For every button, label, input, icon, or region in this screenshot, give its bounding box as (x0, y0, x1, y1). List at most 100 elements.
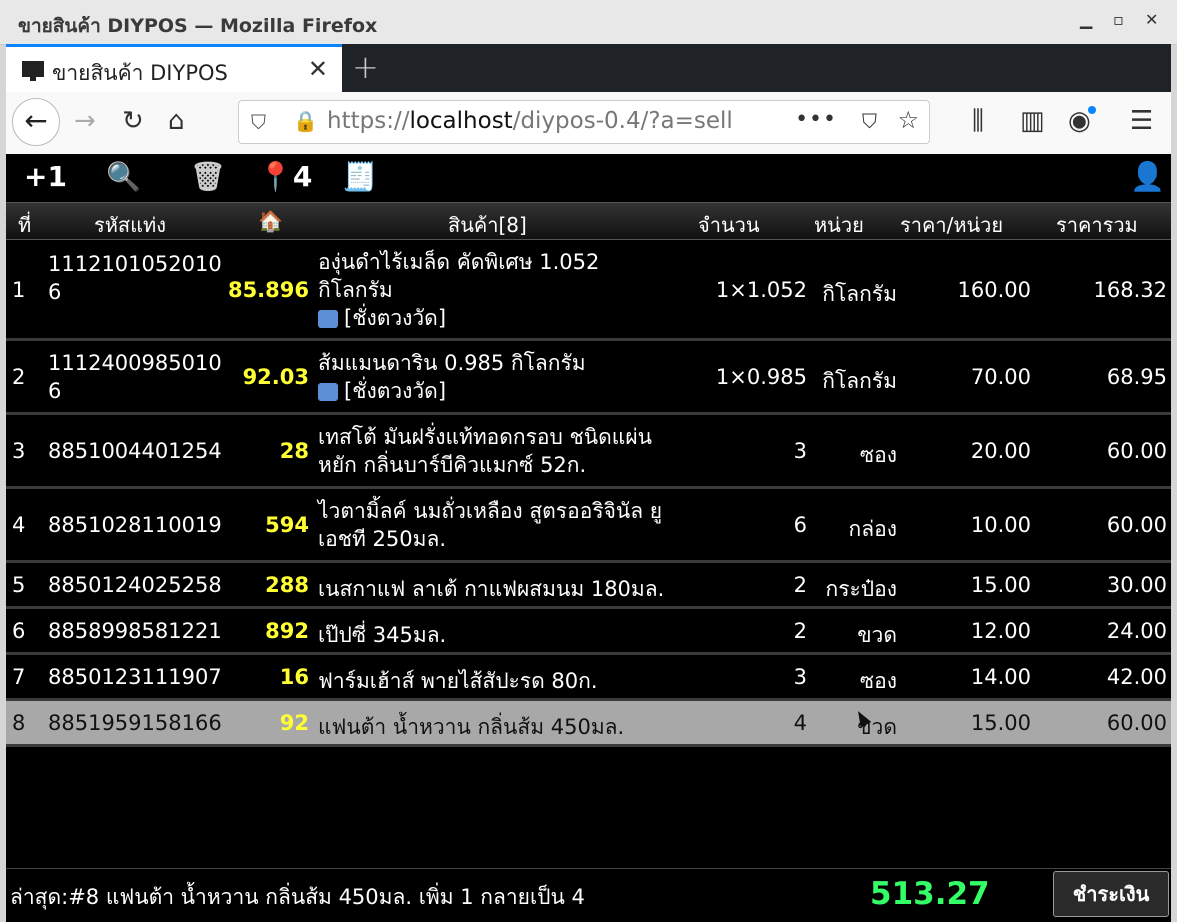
forward-button[interactable]: → (74, 106, 96, 136)
row-no: 3 (12, 439, 26, 463)
tab-diypos[interactable]: ขายสินค้า DIYPOS ✕ (6, 44, 342, 92)
table-row[interactable]: 5 8850124025258 288 เนสกาแฟ ลาเต้ กาแฟผส… (6, 563, 1171, 609)
pin-count: 4 (292, 160, 313, 193)
page-actions-icon[interactable]: ••• (795, 107, 837, 132)
bookmark-star-icon[interactable]: ☆ (897, 106, 919, 134)
row-qty: 2 (793, 573, 807, 597)
row-stock: 28 (279, 439, 309, 463)
row-product: ส้มแมนดาริน 0.985 กิโลกรัม [ชั่งตวงวัด] (318, 351, 586, 403)
library-icon[interactable]: ⫼ (972, 106, 984, 137)
row-product: เนสกาแฟ ลาเต้ กาแฟผสมนม 180มล. (318, 577, 665, 601)
row-total: 42.00 (1106, 665, 1167, 689)
receipt-icon[interactable]: 🧾 (342, 160, 377, 193)
table-row[interactable]: 1 1112101052010 6 85.896 องุ่นดำไร้เมล็ด … (6, 240, 1171, 341)
row-unit: กิโลกรัม (822, 369, 897, 393)
last-action-text: ล่าสุด:#8 แฟนต้า น้ำหวาน กลิ่นส้ม 450มล.… (10, 885, 585, 909)
pin-icon: 📍 (258, 160, 293, 193)
row-price: 160.00 (957, 278, 1031, 302)
close-window-button[interactable]: ✕ (1145, 10, 1158, 29)
header-barcode: รหัสแท่ง (94, 213, 166, 237)
row-barcode: 8850124025258 (48, 573, 222, 597)
sidebar-icon[interactable]: ▥ (1020, 106, 1045, 136)
table-row[interactable]: 4 8851028110019 594 ไวตามิ้ลค์ นมถั่วเหล… (6, 489, 1171, 563)
pocket-icon[interactable]: ⛉ (862, 109, 877, 133)
row-unit: ซอง (859, 669, 897, 693)
row-no: 5 (12, 573, 26, 597)
row-price: 20.00 (970, 439, 1031, 463)
header-unit: หน่วย (814, 213, 864, 237)
row-stock: 892 (265, 619, 309, 643)
plus-one-button[interactable]: +1 (24, 160, 67, 193)
printer-icon (318, 383, 338, 401)
table-row[interactable]: 6 8858998581221 892 เป๊ปซี่ 345มล. 2 ขวด… (6, 609, 1171, 655)
row-product: ฟาร์มเฮ้าส์ พายไส้สัปะรด 80ก. (318, 669, 598, 693)
row-qty: 2 (793, 619, 807, 643)
url-bar[interactable]: ⛉ 🔒 https://localhost/diypos-0.4/?a=sell… (238, 100, 930, 144)
header-qty: จำนวน (698, 213, 760, 237)
row-total: 24.00 (1106, 619, 1167, 643)
notification-dot (1088, 106, 1096, 114)
stock-house-icon: 🏠 (258, 209, 283, 233)
window-title: ขายสินค้า DIYPOS — Mozilla Firefox (18, 15, 378, 37)
close-tab-icon[interactable]: ✕ (308, 55, 328, 83)
header-no: ที่ (18, 213, 32, 237)
pay-button[interactable]: ชำระเงิน (1053, 871, 1169, 917)
row-no: 1 (12, 278, 26, 302)
trash-icon[interactable]: 🗑 (190, 160, 226, 193)
new-tab-button[interactable]: + (352, 48, 379, 86)
back-button[interactable]: ← (12, 98, 60, 146)
row-stock: 16 (279, 665, 309, 689)
row-no: 2 (12, 365, 26, 389)
row-total: 60.00 (1106, 513, 1167, 537)
row-no: 7 (12, 665, 26, 689)
pos-toolbar: +1 🔍 🗑 📍4 🧾 👤 (6, 154, 1171, 202)
shield-icon[interactable]: ⛉ (251, 110, 266, 134)
row-product: แฟนต้า น้ำหวาน กลิ่นส้ม 450มล. (318, 715, 625, 739)
row-stock: 85.896 (227, 278, 309, 302)
row-price: 70.00 (970, 365, 1031, 389)
row-unit: กระป๋อง (825, 577, 897, 601)
row-barcode: 8851004401254 (48, 439, 222, 463)
table-row-selected[interactable]: 8 8851959158166 92 แฟนต้า น้ำหวาน กลิ่นส… (6, 701, 1171, 747)
minimize-button[interactable]: ▁ (1080, 10, 1092, 29)
row-price: 14.00 (970, 665, 1031, 689)
home-button[interactable]: ⌂ (168, 106, 185, 136)
status-footer: ล่าสุด:#8 แฟนต้า น้ำหวาน กลิ่นส้ม 450มล.… (6, 868, 1171, 922)
user-icon[interactable]: 👤 (1130, 160, 1165, 193)
tab-bar: ขายสินค้า DIYPOS ✕ + (6, 44, 1171, 92)
reload-button[interactable]: ↻ (122, 106, 144, 136)
row-stock: 92.03 (242, 365, 309, 389)
row-no: 6 (12, 619, 26, 643)
row-barcode: 8851028110019 (48, 513, 222, 537)
maximize-button[interactable]: ▫ (1113, 10, 1124, 29)
table-row[interactable]: 7 8850123111907 16 ฟาร์มเฮ้าส์ พายไส้สัป… (6, 655, 1171, 701)
pos-app: +1 🔍 🗑 📍4 🧾 👤 ที่ รหัสแท่ง 🏠 สินค้า[8] จ… (6, 154, 1171, 922)
row-product: เทสโต้ มันฝรั่งแท้ทอดกรอบ ชนิดแผ่น หยัก ก… (318, 425, 652, 477)
grand-total: 513.27 (870, 876, 990, 912)
table-row[interactable]: 3 8851004401254 28 เทสโต้ มันฝรั่งแท้ทอด… (6, 415, 1171, 489)
row-product: เป๊ปซี่ 345มล. (318, 623, 447, 647)
row-product: ไวตามิ้ลค์ นมถั่วเหลือง สูตรออริจินัล ยู… (318, 499, 663, 551)
row-qty: 6 (793, 513, 807, 537)
table-row[interactable]: 2 1112400985010 6 92.03 ส้มแมนดาริน 0.985… (6, 341, 1171, 415)
row-barcode: 8850123111907 (48, 665, 222, 689)
row-unit: ขวด (857, 623, 897, 647)
row-unit: กิโลกรัม (822, 282, 897, 306)
row-barcode: 8851959158166 (48, 711, 222, 735)
pin-button[interactable]: 📍4 (258, 160, 312, 193)
url-text[interactable]: https://localhost/diypos-0.4/?a=sell (327, 108, 733, 134)
search-icon[interactable]: 🔍 (106, 160, 141, 193)
row-qty: 3 (793, 665, 807, 689)
row-total: 168.32 (1093, 278, 1167, 302)
menu-icon[interactable]: ☰ (1130, 106, 1153, 136)
row-barcode: 8858998581221 (48, 619, 222, 643)
row-stock: 92 (279, 711, 309, 735)
header-product: สินค้า[8] (448, 213, 527, 237)
header-price: ราคา/หน่วย (900, 213, 1004, 237)
table-header: ที่ รหัสแท่ง 🏠 สินค้า[8] จำนวน หน่วย ราค… (6, 202, 1171, 240)
printer-icon (318, 310, 338, 328)
row-qty: 1×1.052 (715, 278, 807, 302)
row-no: 8 (12, 711, 26, 735)
lock-icon[interactable]: 🔒 (293, 109, 318, 133)
row-price: 10.00 (970, 513, 1031, 537)
